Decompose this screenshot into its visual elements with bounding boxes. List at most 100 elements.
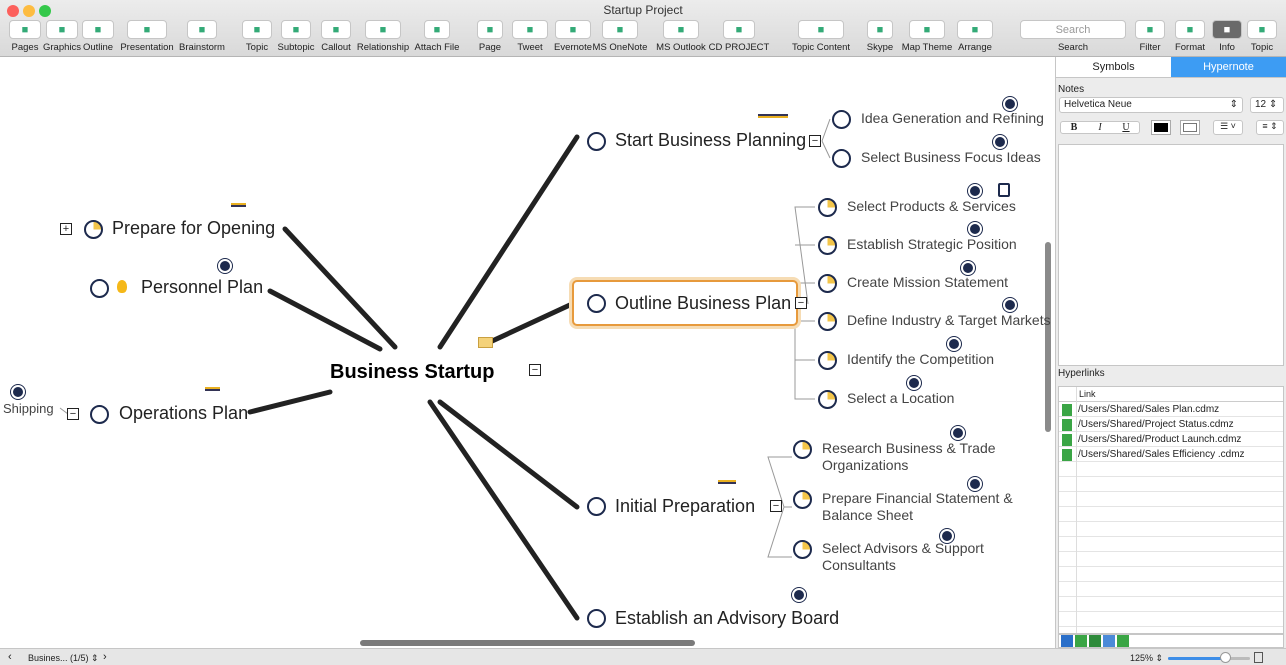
subtopic[interactable]: Select Business Focus Ideas bbox=[861, 149, 1041, 166]
zoom-selector[interactable]: 125% ⇕ bbox=[1130, 653, 1163, 664]
collapse-button[interactable]: − bbox=[770, 500, 782, 512]
subtopic[interactable]: Select a Location bbox=[847, 390, 954, 407]
clock-icon bbox=[1003, 97, 1017, 111]
vertical-scrollbar[interactable] bbox=[1045, 242, 1051, 432]
tab-symbols[interactable]: Symbols bbox=[1056, 57, 1171, 77]
collapse-button[interactable]: − bbox=[67, 408, 79, 420]
hyperlink-actions bbox=[1058, 634, 1284, 648]
page-label: Busines... (1/5) bbox=[28, 653, 89, 663]
collapse-button[interactable]: − bbox=[809, 135, 821, 147]
next-page-button[interactable]: › bbox=[103, 651, 107, 663]
task-progress-icon bbox=[793, 540, 812, 559]
clock-icon bbox=[940, 529, 954, 543]
collapse-button[interactable]: − bbox=[795, 297, 807, 309]
font-value: Helvetica Neue bbox=[1064, 99, 1132, 110]
hyperlink-row[interactable]: /Users/Shared/Sales Plan.cdmz bbox=[1059, 402, 1283, 417]
add-link-icon[interactable] bbox=[1061, 635, 1073, 647]
align-button[interactable]: ≡ ⇕ bbox=[1256, 120, 1284, 135]
topic-prepare-for-opening[interactable]: Prepare for Opening bbox=[112, 218, 275, 239]
list-style-button[interactable]: ☰ ˅ bbox=[1213, 120, 1243, 135]
clock-icon bbox=[951, 426, 965, 440]
hyperlinks-label: Hyperlinks bbox=[1058, 368, 1105, 379]
notes-editor[interactable] bbox=[1058, 144, 1284, 366]
topic-shipping[interactable]: Shipping bbox=[3, 400, 54, 417]
previous-page-button[interactable]: ‹ bbox=[8, 651, 12, 663]
folder-icon bbox=[478, 337, 493, 348]
font-size-select[interactable]: 12 ⇕ bbox=[1250, 97, 1284, 113]
clock-icon bbox=[993, 135, 1007, 149]
subtopic-line: Select Advisors & Support bbox=[822, 540, 984, 556]
task-progress-icon bbox=[818, 236, 837, 255]
task-progress-icon bbox=[793, 440, 812, 459]
page-selector[interactable]: Busines... (1/5) ⇕ bbox=[28, 653, 99, 664]
clock-icon bbox=[961, 261, 975, 275]
notes-icon bbox=[718, 480, 736, 484]
clock-icon bbox=[792, 588, 806, 602]
link-column-header: Link bbox=[1059, 387, 1283, 402]
italic-button[interactable]: I bbox=[1087, 122, 1113, 133]
notes-icon bbox=[231, 203, 246, 207]
link-path: /Users/Shared/Sales Plan.cdmz bbox=[1078, 404, 1220, 415]
add-file-link-icon[interactable] bbox=[1075, 635, 1087, 647]
hyperlinks-table: Link /Users/Shared/Sales Plan.cdmz/Users… bbox=[1058, 386, 1284, 634]
subtopic[interactable]: Select Advisors & Support Consultants bbox=[822, 540, 984, 574]
hyperlink-row[interactable]: /Users/Shared/Project Status.cdmz bbox=[1059, 417, 1283, 432]
expand-button[interactable]: + bbox=[60, 223, 72, 235]
bold-button[interactable]: B bbox=[1061, 122, 1087, 133]
add-topic-link-icon[interactable] bbox=[1117, 635, 1129, 647]
hyperlink-row[interactable]: /Users/Shared/Product Launch.cdmz bbox=[1059, 432, 1283, 447]
clock-icon bbox=[907, 376, 921, 390]
toolbar-topic-button[interactable]: ■ Topic bbox=[1202, 20, 1286, 53]
topic-operations-plan[interactable]: Operations Plan bbox=[119, 403, 248, 424]
subtopic[interactable]: Idea Generation and Refining bbox=[861, 110, 1044, 127]
link-path: /Users/Shared/Sales Efficiency .cdmz bbox=[1078, 449, 1245, 460]
topic-establish-advisory-board[interactable]: Establish an Advisory Board bbox=[615, 608, 839, 629]
topic-initial-preparation[interactable]: Initial Preparation bbox=[615, 496, 755, 517]
stepper-icon: ⇕ bbox=[1229, 99, 1238, 110]
background-color-button[interactable] bbox=[1180, 120, 1200, 135]
link-path: /Users/Shared/Product Launch.cdmz bbox=[1078, 434, 1242, 445]
file-link-icon bbox=[1062, 433, 1072, 446]
link-path: /Users/Shared/Project Status.cdmz bbox=[1078, 419, 1234, 430]
subtopic[interactable]: Define Industry & Target Markets bbox=[847, 312, 1051, 329]
topic-panel-icon[interactable]: ■ bbox=[1247, 20, 1277, 39]
clock-icon bbox=[218, 259, 232, 273]
topic-start-business-planning[interactable]: Start Business Planning bbox=[615, 130, 806, 151]
mind-map-canvas[interactable]: Business Startup − Start Business Planni… bbox=[0, 57, 1055, 648]
right-panel: Symbols Hypernote Notes Helvetica Neue ⇕ … bbox=[1055, 57, 1286, 648]
font-select[interactable]: Helvetica Neue ⇕ bbox=[1059, 97, 1243, 113]
cdproject-icon[interactable]: ■ bbox=[723, 20, 755, 39]
topic-personnel-plan[interactable]: Personnel Plan bbox=[141, 277, 263, 298]
arrange-icon[interactable]: ■ bbox=[957, 20, 993, 39]
collapse-central-button[interactable]: − bbox=[529, 364, 541, 376]
file-link-icon bbox=[1062, 418, 1072, 431]
tab-hypernote[interactable]: Hypernote bbox=[1171, 57, 1286, 77]
notes-link-icon bbox=[758, 114, 788, 118]
text-color-button[interactable] bbox=[1151, 120, 1171, 135]
zoom-slider-thumb[interactable] bbox=[1220, 652, 1232, 663]
subtopic[interactable]: Research Business & Trade Organizations bbox=[822, 440, 996, 474]
subtopic[interactable]: Establish Strategic Position bbox=[847, 236, 1017, 253]
zoom-slider[interactable] bbox=[1168, 652, 1250, 663]
hyperlink-row[interactable]: /Users/Shared/Sales Efficiency .cdmz bbox=[1059, 447, 1283, 462]
notes-icon bbox=[205, 387, 220, 391]
subtopic[interactable]: Create Mission Statement bbox=[847, 274, 1008, 291]
fit-page-icon[interactable] bbox=[1254, 652, 1263, 663]
central-topic[interactable]: Business Startup bbox=[330, 361, 494, 384]
subtopic[interactable]: Identify the Competition bbox=[847, 351, 994, 368]
add-email-link-icon[interactable] bbox=[1103, 635, 1115, 647]
task-circle-icon bbox=[587, 497, 606, 516]
horizontal-scrollbar[interactable] bbox=[360, 640, 695, 646]
subtopic-line: Research Business & Trade bbox=[822, 440, 996, 456]
toolbar-label: Search bbox=[1057, 42, 1089, 53]
file-link-icon bbox=[1062, 403, 1072, 416]
subtopic-line: Balance Sheet bbox=[822, 507, 914, 523]
clock-icon bbox=[1003, 298, 1017, 312]
title-bar: Startup Project ■ Pages ■ Graphics ■ Outline ■… bbox=[0, 0, 1286, 57]
subtopic[interactable]: Select Products & Services bbox=[847, 198, 1016, 215]
toolbar-label: Arrange bbox=[958, 42, 992, 53]
underline-button[interactable]: U bbox=[1113, 122, 1139, 133]
add-page-link-icon[interactable] bbox=[1089, 635, 1101, 647]
subtopic[interactable]: Prepare Financial Statement & Balance She… bbox=[822, 490, 1013, 524]
task-circle-icon bbox=[587, 294, 606, 313]
